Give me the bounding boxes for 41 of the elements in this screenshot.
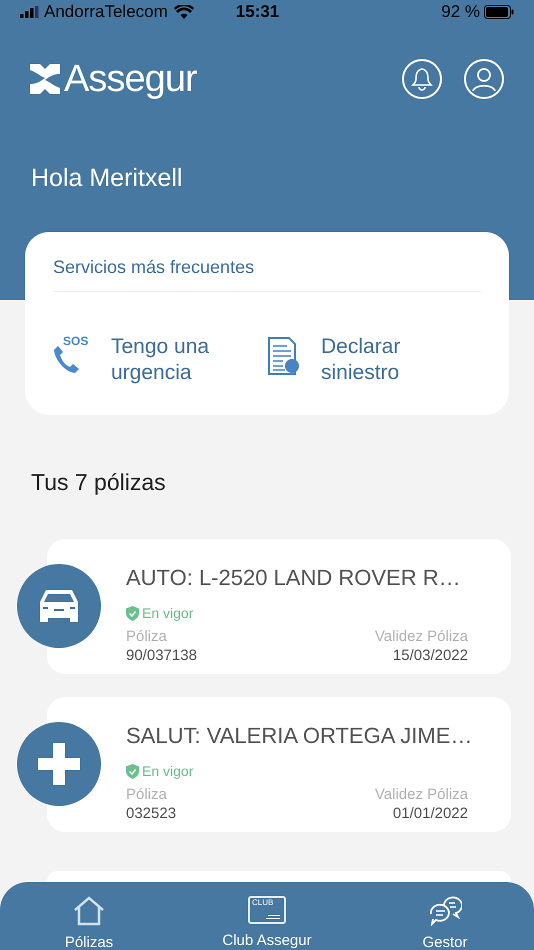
user-icon xyxy=(470,65,498,93)
bell-icon xyxy=(411,67,433,91)
profile-button[interactable] xyxy=(464,59,504,99)
policy-title: SALUT: VALERIA ORTEGA JIME… xyxy=(126,722,468,750)
field-label: Validez Póliza xyxy=(374,785,468,804)
club-card-icon: CLUB xyxy=(248,896,286,924)
home-icon xyxy=(73,896,105,926)
validity-date: 15/03/2022 xyxy=(392,646,468,665)
field-label: Póliza xyxy=(126,785,168,804)
clock: 15:31 xyxy=(236,1,280,24)
field-label: Validez Póliza xyxy=(374,627,468,646)
field-label: Póliza xyxy=(126,627,168,646)
nav-tab[interactable]: Pólizas xyxy=(0,882,178,950)
chat-bubbles-icon xyxy=(428,896,462,926)
notifications-button[interactable] xyxy=(402,59,442,99)
service-button[interactable]: Declarar siniestro xyxy=(267,334,481,386)
section-title: Tus 7 pólizas xyxy=(30,468,167,497)
document-icon xyxy=(267,336,301,378)
battery-level: 92 % xyxy=(441,1,480,24)
policy-card[interactable]: SALUT: VALERIA ORTEGA JIME… En vigor Póliza 032523 Validez Póliza 01/01/2022 xyxy=(47,697,511,832)
service-button[interactable]: SOS Tengo una urgencia xyxy=(53,334,267,386)
policy-number: 032523 xyxy=(126,804,176,823)
brand-logo: Assegur xyxy=(64,60,197,98)
shield-check-icon xyxy=(126,764,139,779)
nav-tab[interactable]: CLUB Club Assegur xyxy=(178,882,356,950)
status-text: En vigor xyxy=(142,762,194,781)
status-text: En vigor xyxy=(142,604,194,623)
greeting: Hola Meritxell xyxy=(30,163,184,194)
section-title: Servicios más frecuentes xyxy=(53,254,481,292)
wifi-icon xyxy=(174,5,194,19)
signal-icon xyxy=(20,6,40,18)
nav-tab[interactable]: Gestor xyxy=(356,882,534,950)
battery-icon xyxy=(484,5,514,19)
policy-title: AUTO: L-2520 LAND ROVER R… xyxy=(126,564,462,592)
validity-date: 01/01/2022 xyxy=(392,804,468,823)
cross-icon xyxy=(38,743,80,785)
logo-icon xyxy=(30,64,60,94)
policy-number: 90/037138 xyxy=(126,646,197,665)
carrier-name: AndorraTelecom xyxy=(44,1,168,24)
policy-card[interactable]: AUTO: L-2520 LAND ROVER R… En vigor Póliza 90/037138 Validez Póliza 15/03/2022 xyxy=(47,539,511,674)
shield-check-icon xyxy=(126,606,139,621)
